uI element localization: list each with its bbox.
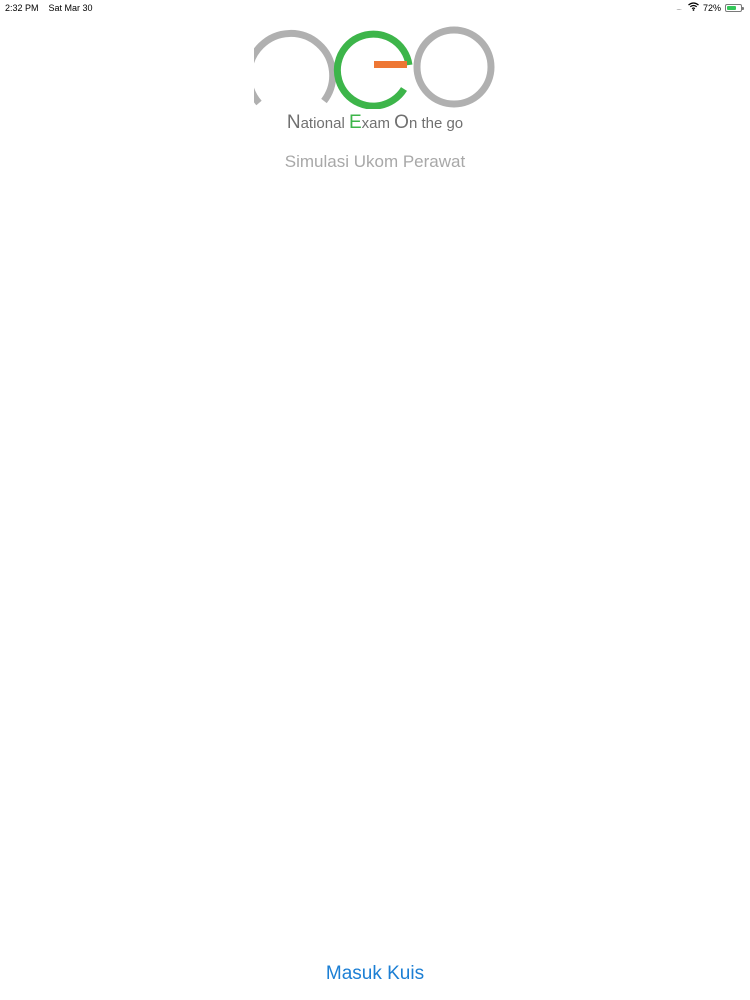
- status-date: Sat Mar 30: [48, 3, 93, 13]
- wifi-icon: [688, 2, 699, 13]
- tagline-national-initial: N: [286, 112, 301, 133]
- tagline-national-rest: ational: [300, 115, 349, 132]
- tagline-on-rest: n the go: [408, 115, 464, 132]
- tagline-exam-initial: E: [348, 112, 362, 133]
- status-time: 2:32 PM: [5, 3, 39, 13]
- start-quiz-button[interactable]: Masuk Kuis: [300, 960, 450, 988]
- battery-percent: 72%: [702, 2, 721, 13]
- logo-e-arc: [333, 30, 413, 109]
- status-right: .... 72%: [676, 2, 744, 13]
- neo-logo: [254, 26, 495, 109]
- tagline-on-initial: O: [394, 112, 409, 133]
- battery-level-fill: [727, 5, 737, 10]
- battery-charging-icon: [725, 3, 744, 12]
- tagline-exam-rest: xam: [361, 115, 395, 132]
- status-bar: 2:32 PM Sat Mar 30 .... 72%: [0, 0, 750, 16]
- logo-n-arc: [254, 29, 337, 106]
- logo-o-ring: [413, 26, 495, 108]
- app-subtitle: Simulasi Ukom Perawat: [284, 152, 466, 171]
- battery-cap: [742, 6, 744, 10]
- logo-e-bar: [374, 61, 407, 68]
- logo-tagline: National Exam On the go: [0, 112, 750, 134]
- signal-dots-icon: ....: [676, 3, 682, 12]
- status-left: 2:32 PM Sat Mar 30: [5, 3, 93, 13]
